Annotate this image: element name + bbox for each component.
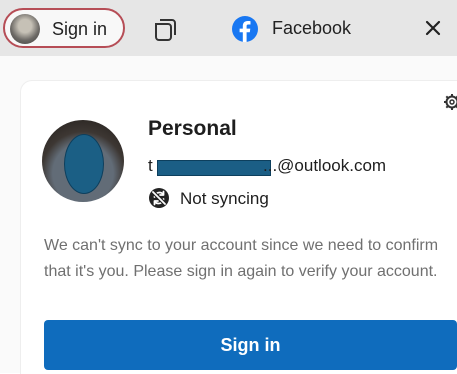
close-icon[interactable] xyxy=(421,16,445,40)
avatar xyxy=(10,14,40,44)
sync-off-icon xyxy=(149,188,169,208)
tab-bar: Sign in Facebook xyxy=(0,0,457,56)
sync-error-message: We can't sync to your account since we n… xyxy=(44,233,456,285)
sync-status: Not syncing xyxy=(180,189,269,209)
email-redaction xyxy=(157,160,271,176)
profile-name: Personal xyxy=(148,117,237,141)
tab-title[interactable]: Facebook xyxy=(272,18,351,39)
profile-sign-in-button[interactable]: Sign in xyxy=(3,8,125,48)
sign-in-button[interactable]: Sign in xyxy=(44,320,457,370)
email-prefix: t xyxy=(148,156,153,176)
profile-button-label: Sign in xyxy=(52,19,107,40)
facebook-icon xyxy=(232,16,258,42)
gear-icon[interactable] xyxy=(443,93,457,111)
profile-avatar xyxy=(42,120,124,202)
email-domain: ...@outlook.com xyxy=(263,156,386,176)
tab-actions-icon[interactable] xyxy=(151,16,179,42)
redaction-mask xyxy=(64,134,104,194)
